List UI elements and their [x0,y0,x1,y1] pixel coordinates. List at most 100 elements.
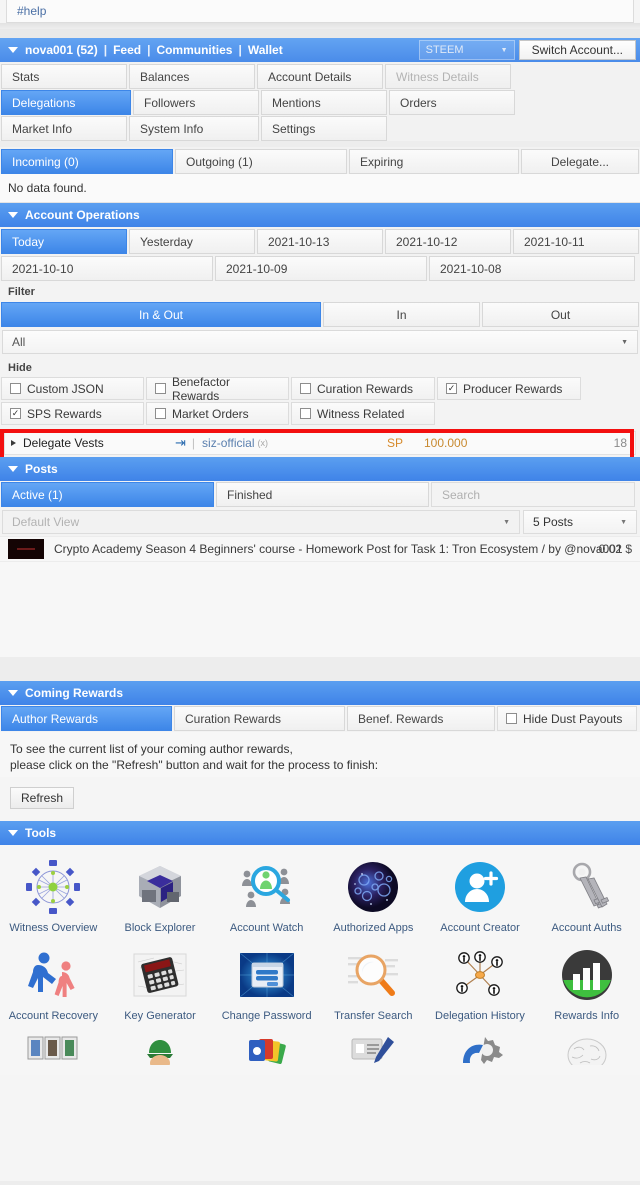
tab-active-posts[interactable]: Active (1) [1,482,214,507]
filter-tab-in-and-out[interactable]: In & Out [1,302,321,327]
tool-label: Account Recovery [8,1010,98,1022]
tab-account-details[interactable]: Account Details [257,64,383,89]
tab-incoming[interactable]: Incoming (0) [1,149,173,174]
tool-witness-overview[interactable]: Witness Overview [0,855,107,943]
date-tab-2021-10-11[interactable]: 2021-10-11 [513,229,639,254]
tab-balances[interactable]: Balances [129,64,255,89]
checkbox-benefactor-rewards[interactable]: Benefactor Rewards [146,375,289,403]
checkbox-hide-dust-payouts[interactable]: Hide Dust Payouts [497,706,637,731]
chevron-down-icon: ▼ [503,518,510,526]
checkbox-label: SPS Rewards [27,406,102,421]
tool-authorized-apps[interactable]: Authorized Apps [320,855,427,943]
date-tab-2021-10-08[interactable]: 2021-10-08 [429,256,635,281]
chevron-down-icon[interactable] [8,466,18,472]
tool-color-cards[interactable] [213,1031,320,1075]
tool-account-watch[interactable]: Account Watch [213,855,320,943]
account-username[interactable]: nova001 (52) [25,43,98,57]
tab-market-info[interactable]: Market Info [1,116,127,141]
checkbox-box [300,383,311,394]
date-tab-today[interactable]: Today [1,229,127,254]
checkbox-sps-rewards[interactable]: ✓ SPS Rewards [1,402,144,425]
tab-finished-posts[interactable]: Finished [216,482,429,507]
tab-benef-rewards[interactable]: Benef. Rewards [347,706,495,731]
tool-change-password[interactable]: Change Password [213,943,320,1031]
coming-rewards-header[interactable]: Coming Rewards [0,681,640,705]
hide-checkbox-grid: Custom JSON Benefactor Rewards Curation … [0,375,640,429]
tools-header[interactable]: Tools [0,821,640,845]
checkbox-custom-json[interactable]: Custom JSON [1,377,144,400]
tab-stats[interactable]: Stats [1,64,127,89]
chevron-down-icon[interactable] [8,690,18,696]
table-row[interactable]: Delegate Vests ⇥ | siz-official (x) SP 1… [4,431,636,455]
tab-delegations[interactable]: Delegations [1,90,131,115]
refresh-button[interactable]: Refresh [10,787,74,809]
operation-type-select[interactable]: All ▼ [2,330,638,354]
posts-view-select[interactable]: Default View ▼ [2,510,520,534]
operation-currency: SP [387,436,404,450]
filter-tab-in[interactable]: In [323,302,480,327]
magnifier-document-icon [345,947,401,1003]
coin-select[interactable]: STEEM ▼ [418,40,515,60]
chevron-down-icon[interactable] [8,212,18,218]
tab-curation-rewards[interactable]: Curation Rewards [174,706,345,731]
tool-gear-wrench[interactable] [427,1031,534,1075]
tab-system-info[interactable]: System Info [129,116,259,141]
posts-view-row: Default View ▼ 5 Posts ▼ [0,508,640,536]
posts-tabs: Active (1) Finished Search [0,481,640,508]
operation-row-wrapper: Delegate Vests ⇥ | siz-official (x) SP 1… [0,429,640,465]
tab-delegate[interactable]: Delegate... [521,149,639,174]
posts-header[interactable]: Posts [0,457,640,481]
tool-account-creator[interactable]: Account Creator [427,855,534,943]
filter-tab-out[interactable]: Out [482,302,639,327]
checkbox-label: Curation Rewards [317,381,414,396]
tool-delegation-history[interactable]: Delegation History [427,943,534,1031]
tool-photo-strip[interactable] [0,1031,107,1075]
date-tab-2021-10-09[interactable]: 2021-10-09 [215,256,427,281]
tool-account-recovery[interactable]: Account Recovery [0,943,107,1031]
tool-block-explorer[interactable]: Block Explorer [107,855,214,943]
operation-type-value: All [12,335,26,349]
tab-outgoing[interactable]: Outgoing (1) [175,149,347,174]
help-tag[interactable]: #help [17,4,46,18]
tool-account-auths[interactable]: Account Auths [533,855,640,943]
operation-account-link[interactable]: siz-official [202,436,254,450]
tool-key-generator[interactable]: Key Generator [107,943,214,1031]
checkbox-witness-related[interactable]: Witness Related [291,402,435,425]
list-item[interactable]: Crypto Academy Season 4 Beginners' cours… [0,536,640,562]
tab-author-rewards[interactable]: Author Rewards [1,706,172,731]
tool-elf[interactable] [107,1031,214,1075]
tool-form-pen[interactable] [320,1031,427,1075]
checkbox-curation-rewards[interactable]: Curation Rewards [291,377,435,400]
chevron-down-icon[interactable] [8,47,18,53]
date-tab-2021-10-13[interactable]: 2021-10-13 [257,229,383,254]
tab-settings[interactable]: Settings [261,116,387,141]
link-wallet[interactable]: Wallet [248,43,283,57]
checkbox-producer-rewards[interactable]: ✓ Producer Rewards [437,377,581,400]
link-communities[interactable]: Communities [156,43,232,57]
chevron-down-icon[interactable] [8,830,18,836]
tab-followers[interactable]: Followers [133,90,259,115]
posts-count-value: 5 Posts [533,515,574,529]
account-operations-header[interactable]: Account Operations [0,203,640,227]
tool-brain[interactable] [533,1031,640,1075]
tab-mentions[interactable]: Mentions [261,90,387,115]
color-cards-icon [239,1035,295,1075]
helping-hands-icon [25,947,81,1003]
tool-transfer-search[interactable]: Transfer Search [320,943,427,1031]
tab-expiring[interactable]: Expiring [349,149,519,174]
tab-orders[interactable]: Orders [389,90,515,115]
tools-grid-partial [0,1031,640,1075]
date-tab-2021-10-12[interactable]: 2021-10-12 [385,229,511,254]
date-tab-yesterday[interactable]: Yesterday [129,229,255,254]
section-gap [0,657,640,681]
tool-rewards-info[interactable]: Rewards Info [533,943,640,1031]
date-tab-2021-10-10[interactable]: 2021-10-10 [1,256,213,281]
switch-account-button[interactable]: Switch Account... [518,40,636,60]
post-title[interactable]: Crypto Academy Season 4 Beginners' cours… [54,542,623,556]
posts-count-select[interactable]: 5 Posts ▼ [523,510,637,534]
search-input[interactable]: Search [431,482,635,507]
link-feed[interactable]: Feed [113,43,141,57]
chevron-right-icon[interactable] [11,440,16,446]
operation-name-cell[interactable]: Delegate Vests [5,436,175,450]
checkbox-market-orders[interactable]: Market Orders [146,402,289,425]
